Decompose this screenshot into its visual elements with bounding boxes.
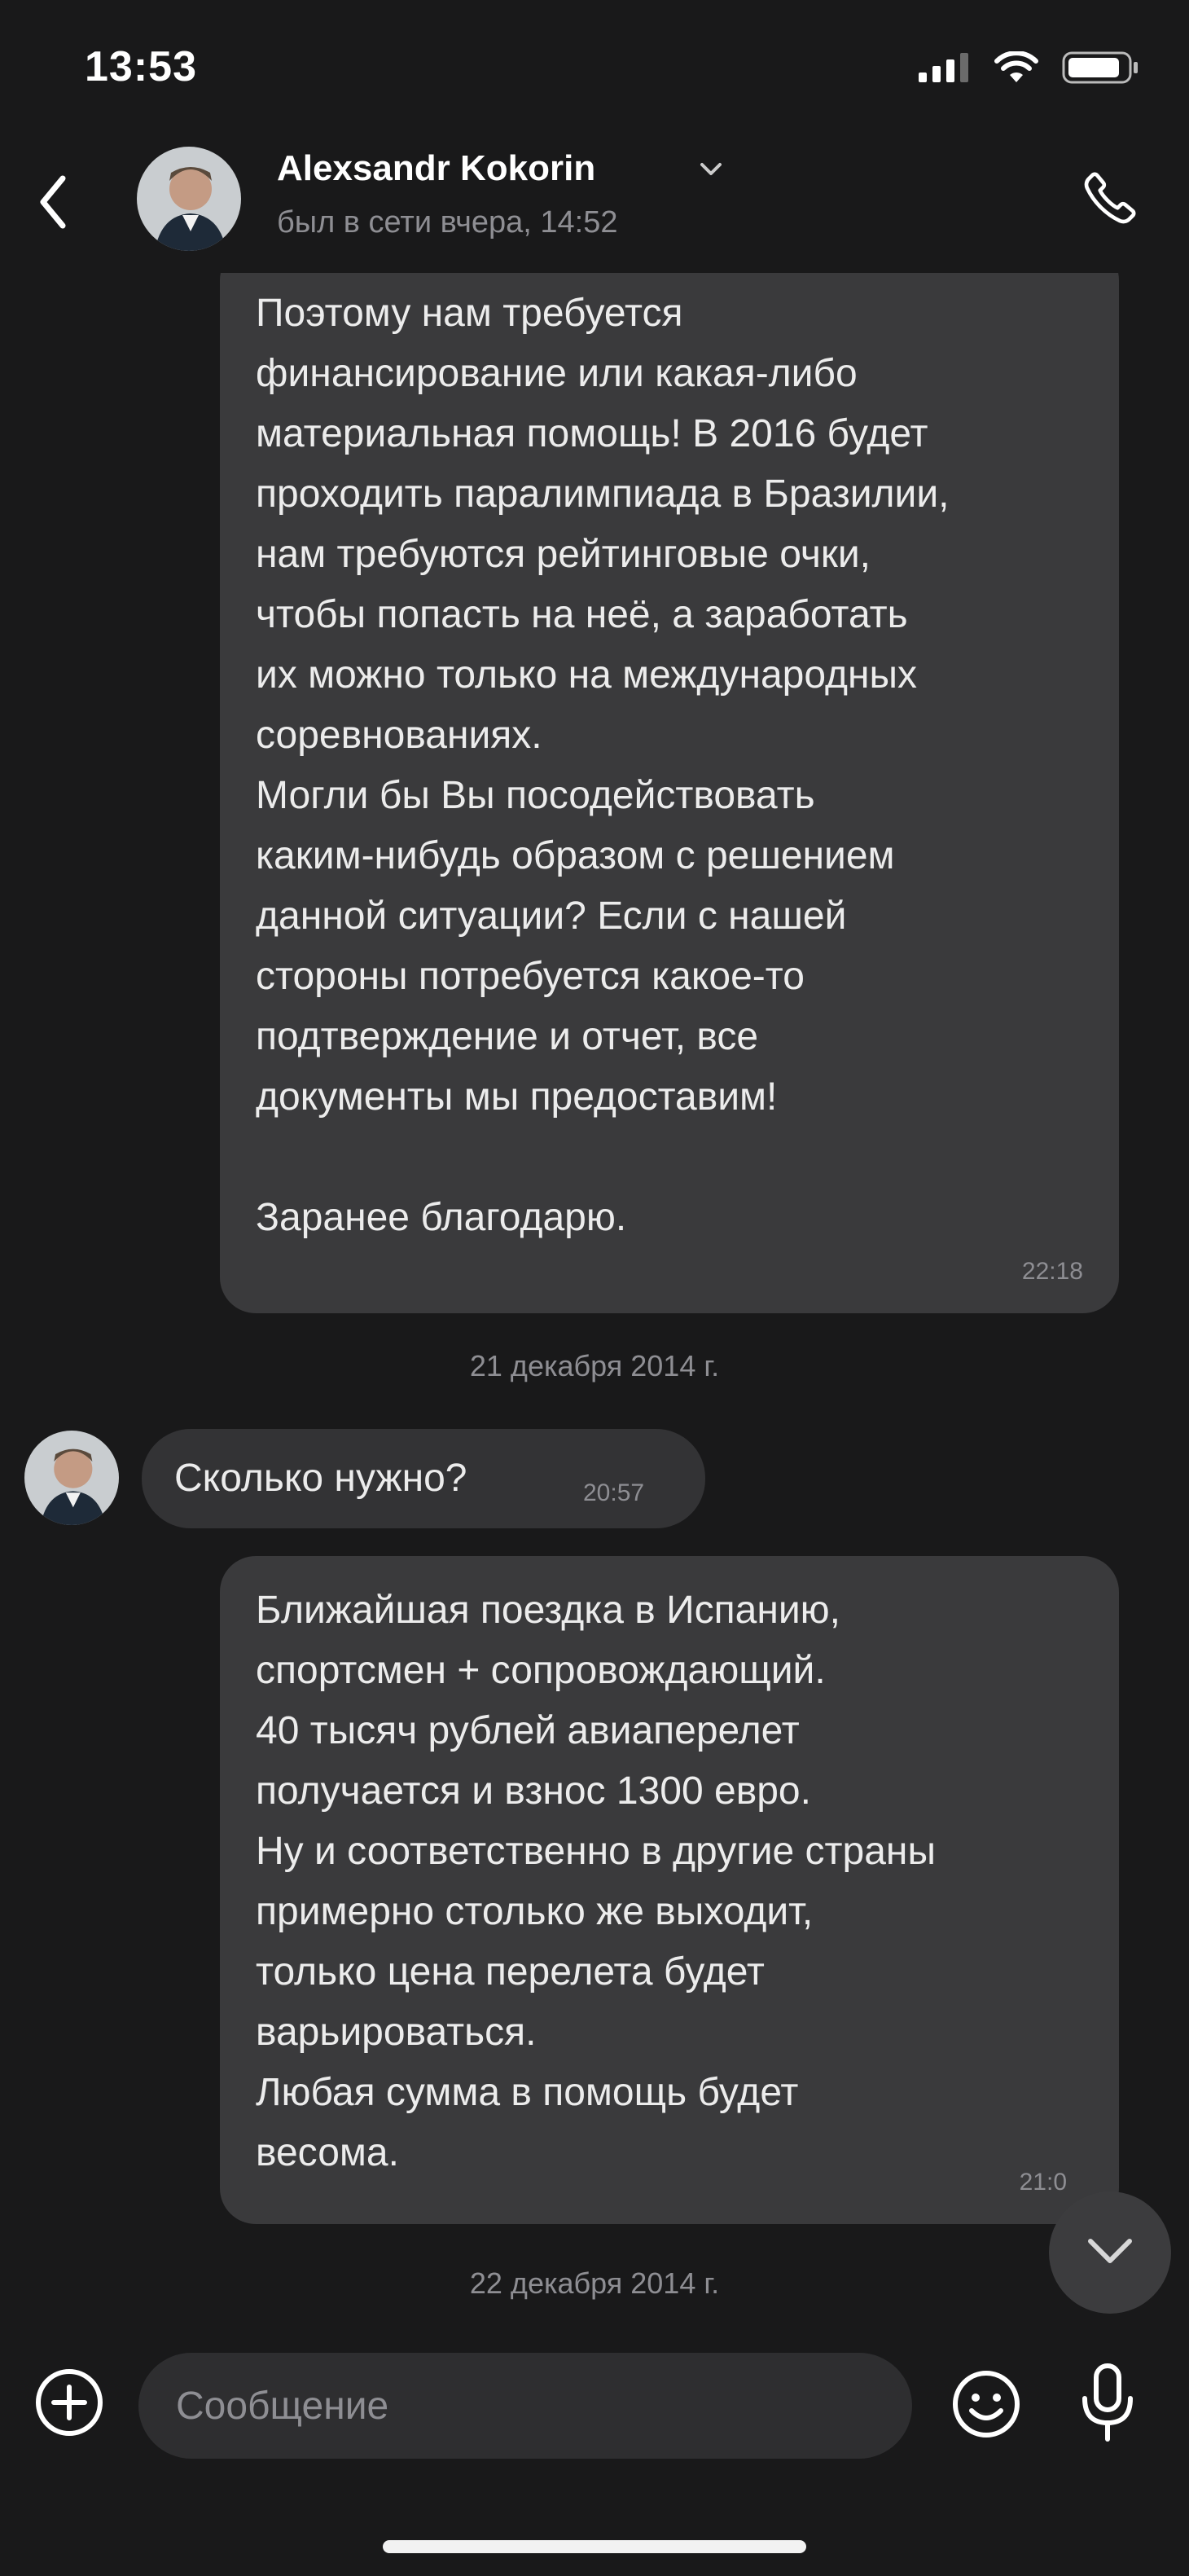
home-indicator[interactable] [383,2540,806,2553]
chat-header: Alexsandr Kokorin был в сети вчера, 14:5… [0,138,1189,273]
date-separator: 22 декабря 2014 г. [469,2266,720,2300]
chevron-left-icon [37,174,69,235]
scroll-to-bottom-button[interactable] [1049,2191,1171,2314]
status-icons [919,51,1140,89]
message-composer: Сообщение [0,2338,1189,2477]
wifi-icon [994,51,1039,88]
contact-name[interactable]: Alexsandr Kokorin [277,148,595,189]
message-bubble-incoming[interactable]: Сколько нужно? 20:57 [142,1429,705,1528]
message-input-placeholder: Сообщение [176,2384,389,2428]
message-text: Поэтому нам требуется финансирование или… [256,292,950,1239]
plus-circle-icon [34,2367,104,2442]
status-time: 13:53 [85,43,197,90]
call-button[interactable] [1073,163,1147,236]
sender-avatar[interactable] [24,1431,119,1525]
message-time: 20:57 [583,1479,645,1506]
message-bubble-outgoing[interactable]: Поэтому нам требуется финансирование или… [220,244,1119,1313]
cellular-signal-icon [919,53,971,86]
microphone-icon [1078,2363,1137,2448]
message-text: Ближайшая поездка в Испанию, спортсмен +… [256,1589,936,2174]
message-time: 21:0 [1019,2169,1067,2196]
message-bubble-outgoing[interactable]: Ближайшая поездка в Испанию, спортсмен +… [220,1556,1119,2224]
back-button[interactable] [24,171,81,236]
battery-icon [1062,51,1140,89]
date-separator: 21 декабря 2014 г. [469,1349,720,1383]
message-time: 22:18 [1021,1258,1083,1285]
message-input[interactable]: Сообщение [138,2353,912,2459]
contact-avatar[interactable] [137,147,241,251]
microphone-button[interactable] [1075,2363,1140,2447]
chevron-down-icon [1086,2236,1134,2270]
message-text: Сколько нужно? [174,1457,467,1500]
phone-icon [1082,169,1139,231]
smile-icon [950,2368,1022,2444]
emoji-button[interactable] [950,2369,1023,2442]
chevron-down-icon[interactable] [699,161,723,182]
attach-button[interactable] [34,2367,104,2442]
contact-last-seen: был в сети вчера, 14:52 [277,205,618,240]
status-bar: 13:53 [0,0,1189,138]
